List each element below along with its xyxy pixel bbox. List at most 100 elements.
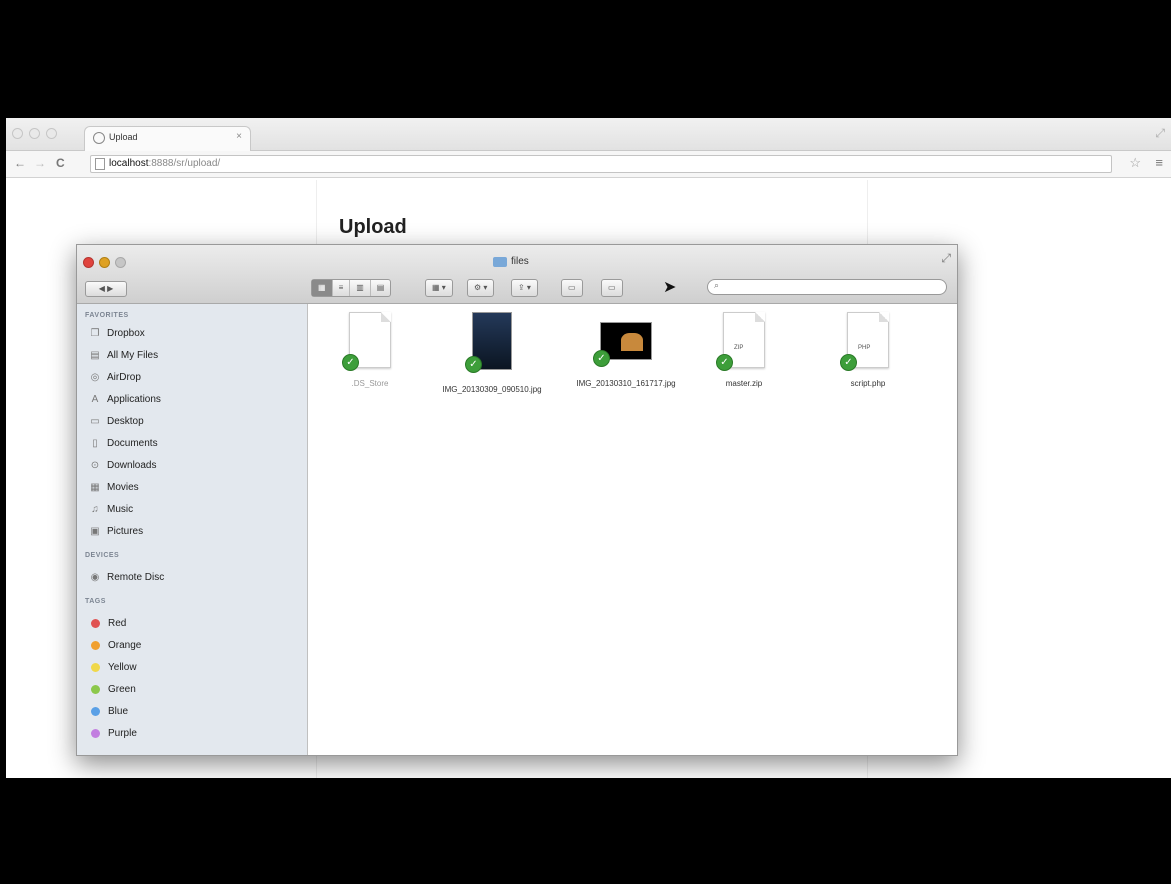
file-item[interactable]: ✓ .DS_Store — [310, 312, 430, 389]
documents-icon: ▯ — [92, 437, 98, 449]
zip-file-icon: ZIP ✓ — [716, 312, 765, 371]
tab-upload[interactable]: Upload × — [84, 126, 251, 151]
sidebar-item-tag-purple[interactable]: Purple — [89, 726, 137, 740]
checkmark-icon: ✓ — [840, 354, 857, 371]
file-name: .DS_Store — [351, 379, 389, 388]
sidebar-item-label: Orange — [108, 639, 142, 651]
browser-menu-icon[interactable]: ≡ — [1155, 155, 1163, 170]
red-tag-icon — [91, 618, 100, 628]
action-button-wrap: ⚙ ▾ — [467, 279, 495, 297]
file-item[interactable]: ✓ IMG_20130309_090510.jpg — [432, 312, 552, 395]
list-view-button[interactable]: ≡ — [333, 280, 351, 296]
sidebar-item-all-my-files[interactable]: ▤ All My Files — [89, 348, 158, 362]
finder-back-forward-button[interactable]: ◀ ▶ — [85, 281, 127, 297]
finder-window: files ⤢ ◀ ▶ ▦ ≡ ▥ ▤ ▦ ▾ ⚙ ▾ ⇪ ▾ ▭ ▭ ➤ ⌕ … — [76, 244, 958, 756]
sidebar-item-label: Red — [108, 617, 127, 629]
edit-tags-button-wrap: ▭ — [561, 279, 583, 297]
file-item[interactable]: PHP ✓ script.php — [808, 312, 928, 389]
fullscreen-icon[interactable]: ⤢ — [1155, 126, 1165, 141]
sidebar-item-desktop[interactable]: ▭ Desktop — [89, 414, 144, 428]
sidebar-item-airdrop[interactable]: ◎ AirDrop — [89, 370, 141, 384]
orange-tag-icon — [91, 640, 100, 650]
file-name: script.php — [850, 379, 886, 388]
action-button[interactable]: ⚙ ▾ — [468, 280, 493, 296]
back-button[interactable]: ← — [14, 156, 26, 170]
file-item[interactable]: ✓ IMG_20130310_161717.jpg — [566, 312, 686, 389]
icon-view-button[interactable]: ▦ — [312, 280, 333, 296]
sidebar-heading-favorites: FAVORITES — [85, 312, 129, 319]
sidebar-item-tag-green[interactable]: Green — [89, 682, 136, 696]
minimize-window-button[interactable] — [29, 128, 40, 139]
page-fold — [381, 312, 391, 322]
sidebar-item-label: Purple — [108, 727, 137, 739]
sidebar-item-label: Remote Disc — [107, 571, 165, 583]
checkmark-icon: ✓ — [593, 350, 610, 367]
reload-button[interactable]: C — [56, 156, 65, 170]
arrange-button-wrap: ▦ ▾ — [425, 279, 453, 297]
document-icon: ✓ — [342, 312, 391, 371]
sidebar-item-label: Movies — [107, 481, 139, 493]
file-item[interactable]: ZIP ✓ master.zip — [684, 312, 804, 389]
sidebar-heading-devices: DEVICES — [85, 552, 120, 559]
url-path: :8888/sr/upload/ — [148, 158, 221, 169]
close-window-button[interactable] — [12, 128, 23, 139]
sidebar-item-dropbox[interactable]: ❐ Dropbox — [89, 326, 145, 340]
sidebar-item-tag-blue[interactable]: Blue — [89, 704, 128, 718]
arrange-button[interactable]: ▦ ▾ — [426, 280, 452, 296]
url-text: localhost:8888/sr/upload/ — [109, 158, 220, 169]
sidebar-item-applications[interactable]: A Applications — [89, 392, 161, 406]
share-button[interactable]: ⇪ ▾ — [512, 280, 537, 296]
quick-look-button[interactable]: ▭ — [602, 280, 622, 296]
sidebar-item-tag-red[interactable]: Red — [89, 616, 126, 630]
checkmark-icon: ✓ — [716, 354, 733, 371]
airdrop-icon: ◎ — [90, 371, 100, 383]
applications-icon: A — [91, 393, 99, 405]
browser-toolbar: ← → C localhost:8888/sr/upload/ ☆ ≡ — [6, 151, 1171, 178]
sidebar-item-label: AirDrop — [107, 371, 141, 383]
sidebar-item-music[interactable]: ♫ Music — [89, 502, 133, 516]
page-fold — [879, 312, 889, 322]
sidebar-item-label: Yellow — [108, 661, 137, 673]
finder-fullscreen-icon[interactable]: ⤢ — [941, 251, 951, 266]
sidebar-item-tag-yellow[interactable]: Yellow — [89, 660, 137, 674]
finder-close-button[interactable] — [83, 257, 94, 268]
sidebar-item-label: Downloads — [107, 459, 157, 471]
pictures-icon: ▣ — [90, 525, 100, 537]
yellow-tag-icon — [91, 662, 100, 672]
file-name: master.zip — [725, 379, 763, 388]
sidebar-item-remote-disc[interactable]: ◉ Remote Disc — [89, 570, 165, 584]
address-bar[interactable]: localhost:8888/sr/upload/ — [90, 155, 1112, 173]
sidebar-item-label: Desktop — [107, 415, 144, 427]
bookmark-star-icon[interactable]: ☆ — [1129, 155, 1141, 171]
sidebar-item-tag-orange[interactable]: Orange — [89, 638, 141, 652]
file-extension: ZIP — [734, 345, 744, 351]
window-controls — [12, 128, 57, 139]
sidebar-item-pictures[interactable]: ▣ Pictures — [89, 524, 143, 538]
sidebar-item-movies[interactable]: ▦ Movies — [89, 480, 139, 494]
finder-sidebar: FAVORITES ❐ Dropbox ▤ All My Files ◎ Air… — [77, 304, 308, 755]
folder-icon — [493, 256, 507, 267]
quick-look-button-wrap: ▭ — [601, 279, 623, 297]
sidebar-item-documents[interactable]: ▯ Documents — [89, 436, 157, 450]
movies-icon: ▦ — [90, 481, 100, 493]
column-view-button[interactable]: ▥ — [350, 280, 371, 296]
checkmark-icon: ✓ — [465, 356, 482, 373]
music-icon: ♫ — [91, 503, 99, 515]
sidebar-item-label: Pictures — [107, 525, 144, 537]
edit-tags-button[interactable]: ▭ — [562, 280, 582, 296]
finder-search-input[interactable]: ⌕ — [707, 279, 947, 295]
finder-zoom-button[interactable] — [115, 257, 126, 268]
finder-minimize-button[interactable] — [99, 257, 110, 268]
zoom-window-button[interactable] — [46, 128, 57, 139]
sidebar-item-downloads[interactable]: ⊙ Downloads — [89, 458, 157, 472]
coverflow-view-button[interactable]: ▤ — [371, 280, 391, 296]
search-icon: ⌕ — [714, 280, 720, 290]
finder-titlebar: files ⤢ ◀ ▶ ▦ ≡ ▥ ▤ ▦ ▾ ⚙ ▾ ⇪ ▾ ▭ ▭ ➤ ⌕ — [77, 245, 957, 304]
file-extension: PHP — [858, 345, 871, 351]
image-thumbnail: ✓ — [465, 312, 512, 373]
forward-button[interactable]: → — [34, 156, 46, 170]
php-file-icon: PHP ✓ — [840, 312, 889, 371]
all-my-files-icon: ▤ — [90, 349, 100, 361]
url-host: localhost — [109, 158, 149, 169]
tab-close-icon[interactable]: × — [236, 131, 242, 142]
